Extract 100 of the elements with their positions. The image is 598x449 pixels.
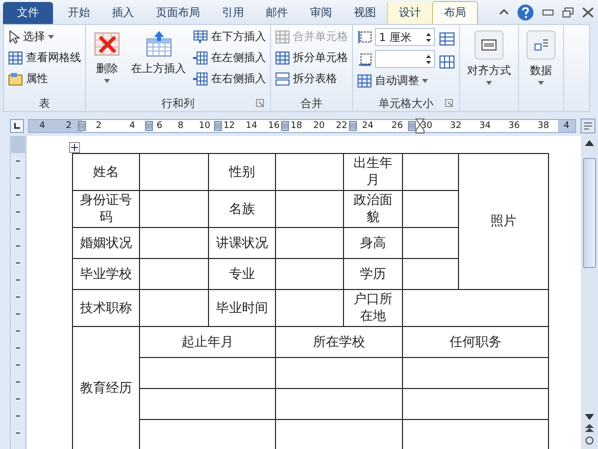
ruler-number: 4 [39,121,46,131]
table-cell: 技术职称 [72,290,140,326]
minimize-icon[interactable] [542,7,554,17]
ruler-number: 26 [392,121,403,131]
ruler-number: 2 [96,121,102,131]
ribbon-tab[interactable]: 邮件 [255,2,299,24]
close-icon[interactable] [582,6,594,18]
ruler-number: 36 [508,121,520,131]
insert-column-icon [193,50,208,64]
ribbon-button[interactable]: 查看网格线 [8,49,81,66]
row-height-icon [357,29,373,45]
cursor-icon [8,30,20,44]
ribbon-tab[interactable]: 插入 [101,2,145,24]
collapse-ribbon-icon[interactable] [499,7,509,17]
ruler-number: 12 [223,121,235,131]
ribbon-tab[interactable]: 页面布局 [145,2,211,24]
table-cell: 所在学校 [276,326,402,358]
ruler-number: 10 [198,121,210,131]
table-cell: 婚姻状况 [72,228,140,258]
table-cell: 姓名 [72,154,140,190]
ribbon-button[interactable]: 自动调整 [357,72,435,89]
table-cell [276,290,344,326]
table-cell: 名族 [208,190,276,228]
column-marker-icon[interactable] [408,121,416,131]
column-marker-icon[interactable] [281,121,289,131]
ribbon-button[interactable]: 拆分表格 [275,70,348,87]
ribbon-button[interactable]: 拆分单元格 [275,49,348,66]
table-icon [8,50,23,64]
table-cell [140,154,208,190]
ribbon-button[interactable]: 选择 [8,28,81,45]
restore-icon[interactable] [562,6,574,18]
table-cell [140,258,208,290]
ribbon-tab[interactable]: 设计 [387,2,432,24]
delete-icon [93,30,121,58]
spin-field[interactable]: 1 厘米 [375,28,435,46]
column-marker-icon[interactable] [214,121,222,131]
tab-selector-icon[interactable] [10,119,24,133]
column-marker-icon[interactable] [145,121,153,131]
ribbon-tab[interactable]: 开始 [57,2,101,24]
ribbon-button[interactable]: 在左侧插入 [193,49,266,66]
column-marker-icon[interactable] [78,121,86,131]
distribute-rows-icon[interactable] [439,31,455,47]
horizontal-ruler[interactable]: 4 2 2 4 6 8 10 12 14 16 18 20 22 24 26 30 32 34 36 38 4 [28,119,576,133]
table-cell [276,190,344,228]
table-cell: 身份证号码 [72,190,140,228]
table-cell: 学历 [344,258,402,290]
table-cell [402,154,458,190]
dialog-launcher-icon[interactable] [445,99,453,107]
table-cell: 政治面貌 [344,190,402,228]
file-tab[interactable]: 文件 [3,2,53,24]
table-cell [276,228,344,258]
table-cell: 身高 [344,228,402,258]
view-ruler-icon[interactable] [580,118,596,134]
ribbon-button[interactable]: 删除 [90,28,124,85]
table-cell: 出生年月 [344,154,402,190]
ribbon-tab[interactable]: 审阅 [299,2,343,24]
ribbon-tab[interactable]: 布局 [432,1,478,24]
ribbon-button[interactable]: 在右侧插入 [193,70,266,87]
ribbon-tab[interactable]: 引用 [211,2,255,24]
table-cell: 毕业时间 [208,290,276,326]
previous-page-icon[interactable] [585,424,594,432]
vertical-scrollbar[interactable] [581,136,598,449]
ruler-number: 6 [156,121,162,131]
ruler-number: 4 [564,121,570,131]
help-icon[interactable] [517,4,534,20]
scroll-up-icon[interactable] [585,140,594,146]
table-cell [140,190,208,228]
ribbon-button[interactable]: 对齐方式 [464,28,514,87]
browse-object-icon[interactable] [585,436,594,445]
ruler-number: 30 [420,121,432,131]
table-icon [275,50,290,64]
scroll-thumb[interactable] [583,158,596,268]
spin-up-icon[interactable] [426,54,431,58]
distribute-columns-icon[interactable] [439,54,455,70]
dialog-launcher-icon[interactable] [256,99,264,107]
ribbon-button[interactable]: 在上方插入 [128,28,189,78]
ruler-number: 14 [246,121,258,131]
ribbon-button[interactable]: 在下方插入 [193,28,266,45]
table-cell: 讲课状况 [208,228,276,258]
table-icon [357,74,372,88]
insert-row-icon [144,30,172,58]
spin-up-icon[interactable] [426,32,431,36]
ribbon-tab[interactable]: 视图 [343,2,387,24]
ruler-number: 38 [538,121,550,131]
spin-down-icon[interactable] [426,38,431,42]
spin-field[interactable] [375,50,435,68]
ribbon-button[interactable]: 属性 [8,70,81,87]
insert-column-icon [193,72,208,86]
table-cell: 户口所在地 [344,290,402,326]
table-cell: 毕业学校 [72,258,140,290]
ribbon-button[interactable]: 数据 [523,28,559,87]
scroll-down-icon[interactable] [585,414,594,420]
move-handle-icon[interactable] [69,142,80,153]
ruler-number: 32 [450,121,462,131]
spin-down-icon[interactable] [426,60,431,64]
column-marker-icon[interactable] [349,121,357,131]
folder-icon [8,72,23,86]
ruler-number: 34 [479,121,491,131]
group-label: 合并 [300,96,322,110]
table-cell [276,258,344,290]
